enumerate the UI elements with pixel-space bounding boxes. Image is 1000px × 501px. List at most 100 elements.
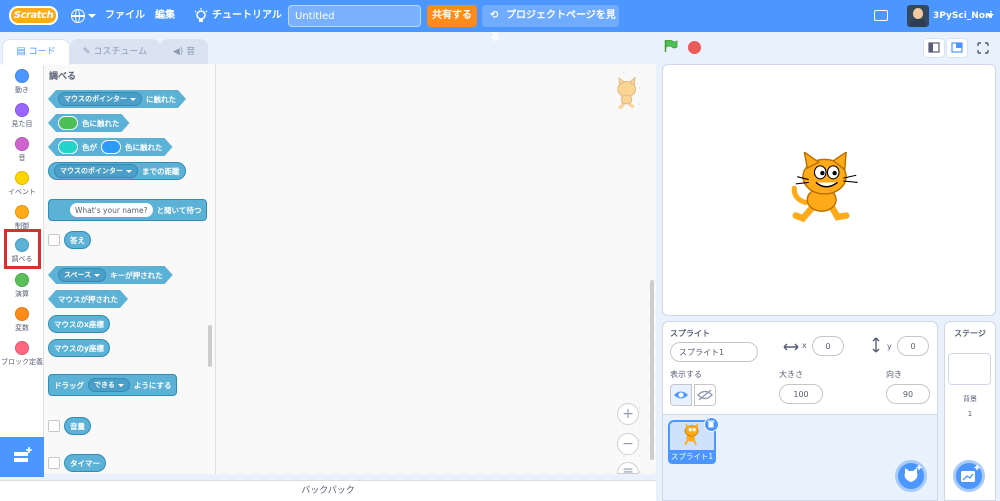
block-mouse-y[interactable]: マウスのy座標 bbox=[48, 339, 110, 357]
sound-dot-icon bbox=[15, 137, 29, 151]
choose-backdrop-button[interactable] bbox=[953, 460, 985, 492]
see-project-page-button[interactable]: ⟲ プロジェクトページを見る bbox=[482, 5, 619, 43]
category-looks[interactable]: 見た目 bbox=[0, 100, 44, 134]
block-text: タイマー bbox=[70, 458, 100, 468]
script-area[interactable] bbox=[216, 64, 656, 474]
tutorials-menu[interactable]: チュートリアル bbox=[212, 0, 282, 32]
block-touching[interactable]: マウスのポインター に触れた bbox=[48, 90, 186, 108]
size-input[interactable] bbox=[779, 384, 823, 404]
block-text: ドラッグ bbox=[54, 380, 84, 390]
zoom-out-button[interactable]: − bbox=[617, 433, 639, 455]
color-swatch[interactable] bbox=[101, 140, 121, 154]
tab-costumes[interactable]: ✎ コスチューム bbox=[70, 39, 160, 64]
category-label: 演算 bbox=[15, 290, 29, 298]
account-caret-icon[interactable] bbox=[986, 14, 994, 18]
project-title-input[interactable] bbox=[288, 5, 421, 27]
block-mouse-down[interactable]: マウスが押された bbox=[48, 290, 128, 308]
my-stuff-folder-icon[interactable] bbox=[874, 10, 888, 21]
block-color-touching-color[interactable]: 色が 色に触れた bbox=[48, 138, 173, 156]
file-menu[interactable]: ファイル bbox=[105, 0, 145, 32]
category-my-blocks[interactable]: ブロック定義 bbox=[0, 338, 44, 372]
block-touching-color[interactable]: 色に触れた bbox=[48, 114, 130, 132]
large-stage-icon bbox=[951, 42, 963, 53]
block-key-pressed[interactable]: スペース キーが押された bbox=[48, 266, 173, 284]
direction-input[interactable] bbox=[886, 384, 930, 404]
block-distance-to[interactable]: マウスのポインター までの距離 bbox=[48, 162, 186, 180]
category-label: 動き bbox=[15, 86, 29, 94]
green-flag-icon[interactable] bbox=[664, 40, 678, 52]
block-timer[interactable]: タイマー bbox=[64, 454, 106, 472]
small-stage-button[interactable] bbox=[923, 38, 945, 58]
category-events[interactable]: イベント bbox=[0, 168, 44, 202]
block-text: マウスのx座標 bbox=[54, 319, 104, 329]
block-set-drag-mode[interactable]: ドラッグ できる ようにする bbox=[48, 374, 178, 396]
backdrops-label: 背景 bbox=[963, 395, 977, 403]
block-text: ようにする bbox=[133, 380, 172, 390]
category-motion[interactable]: 動き bbox=[0, 66, 44, 100]
sprite-label: スプライト bbox=[670, 329, 710, 338]
zoom-in-icon: + bbox=[622, 406, 634, 422]
dropdown-caret-icon bbox=[126, 169, 132, 173]
x-position-input[interactable] bbox=[812, 336, 844, 356]
username[interactable]: 3PySci_Nori bbox=[933, 0, 993, 32]
loudness-checkbox[interactable] bbox=[48, 420, 60, 432]
palette-scrollbar[interactable] bbox=[208, 325, 212, 367]
extension-blocks-icon bbox=[14, 447, 32, 462]
operators-dot-icon bbox=[15, 273, 29, 287]
loop-arrows-icon: ⟲ bbox=[490, 10, 499, 21]
add-extension-button[interactable] bbox=[0, 437, 44, 477]
script-area-scrollbar[interactable] bbox=[650, 280, 654, 460]
key-dropdown[interactable]: スペース bbox=[58, 268, 106, 282]
choose-sprite-button[interactable] bbox=[895, 460, 927, 492]
category-label: 変数 bbox=[15, 324, 29, 332]
cat-thumbnail-icon bbox=[684, 423, 699, 446]
y-label: y bbox=[887, 342, 892, 351]
timer-checkbox[interactable] bbox=[48, 457, 60, 469]
backpack[interactable]: バックパック bbox=[0, 480, 656, 501]
show-sprite-button[interactable] bbox=[670, 384, 692, 406]
color-swatch[interactable] bbox=[58, 140, 78, 154]
touching-target-dropdown[interactable]: マウスのポインター bbox=[58, 92, 142, 106]
color-swatch[interactable] bbox=[58, 116, 78, 130]
stage-selector-title: ステージ bbox=[954, 329, 986, 338]
sprite-name-input[interactable] bbox=[670, 342, 758, 362]
trash-icon bbox=[707, 420, 715, 428]
user-avatar[interactable] bbox=[907, 5, 929, 27]
y-position-input[interactable] bbox=[897, 336, 929, 356]
category-operators[interactable]: 演算 bbox=[0, 270, 44, 304]
large-stage-button[interactable] bbox=[946, 38, 968, 58]
distance-target-dropdown[interactable]: マウスのポインター bbox=[54, 164, 138, 178]
category-sound[interactable]: 音 bbox=[0, 134, 44, 168]
small-stage-icon bbox=[928, 42, 940, 53]
block-ask-and-wait[interactable]: What's your name? と聞いて待つ bbox=[48, 199, 208, 221]
tab-sounds-label: 音 bbox=[186, 47, 196, 57]
block-mouse-x[interactable]: マウスのx座標 bbox=[48, 315, 110, 333]
ask-text-input[interactable]: What's your name? bbox=[70, 203, 153, 217]
language-caret-icon[interactable] bbox=[88, 14, 96, 18]
stop-icon[interactable] bbox=[688, 41, 701, 54]
tab-sounds[interactable]: ◀) 音 bbox=[160, 39, 208, 64]
answer-checkbox[interactable] bbox=[48, 234, 60, 246]
hide-sprite-button[interactable] bbox=[694, 384, 716, 406]
block-text: マウスが押された bbox=[58, 294, 118, 304]
variables-dot-icon bbox=[15, 307, 29, 321]
sprite-watermark-cat-icon bbox=[617, 76, 637, 110]
category-variables[interactable]: 変数 bbox=[0, 304, 44, 338]
scratch-logo[interactable]: Scratch bbox=[9, 6, 58, 25]
block-loudness[interactable]: 音量 bbox=[64, 417, 91, 435]
cat-sprite[interactable] bbox=[790, 152, 862, 228]
zoom-reset-icon: = bbox=[622, 463, 634, 474]
delete-sprite-button[interactable] bbox=[704, 417, 719, 432]
edit-menu[interactable]: 編集 bbox=[155, 0, 175, 32]
see-project-page-label: プロジェクトページを見る bbox=[490, 10, 616, 43]
block-text: 色が bbox=[82, 142, 97, 152]
share-button[interactable]: 共有する bbox=[427, 5, 477, 27]
eye-icon bbox=[674, 391, 688, 399]
zoom-in-button[interactable]: + bbox=[617, 403, 639, 425]
stage-thumbnail[interactable] bbox=[948, 353, 991, 385]
globe-icon[interactable] bbox=[71, 8, 85, 23]
block-answer[interactable]: 答え bbox=[64, 231, 91, 249]
tab-code[interactable]: ▤ コード bbox=[2, 39, 70, 65]
fullscreen-button[interactable] bbox=[972, 38, 994, 58]
drag-mode-dropdown[interactable]: できる bbox=[88, 378, 130, 392]
